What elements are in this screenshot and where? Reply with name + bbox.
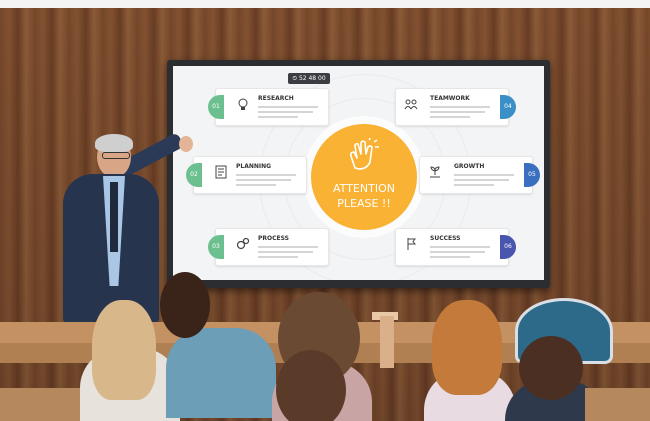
card-title: SUCCESS xyxy=(430,235,461,242)
plant-hand-icon xyxy=(430,166,440,178)
card-number: 01 xyxy=(208,95,224,119)
top-strip xyxy=(0,0,650,8)
student-front xyxy=(262,350,362,421)
card-title: RESEARCH xyxy=(258,95,294,102)
card-title: PLANNING xyxy=(236,163,272,170)
student-head xyxy=(276,350,346,421)
card-teamwork: 04 TEAMWORK xyxy=(395,88,516,126)
card-title: GROWTH xyxy=(454,163,485,170)
classroom-photo: ⏲ 52 48 00 ATTENTION PLEASE !! 01 RESEAR… xyxy=(0,0,650,421)
text-line xyxy=(430,251,485,253)
team-icon xyxy=(404,99,418,110)
student-dark-hair xyxy=(148,272,276,421)
teacher-glasses xyxy=(102,152,130,159)
text-line xyxy=(454,184,494,186)
text-line xyxy=(258,251,313,253)
card-growth: 05 GROWTH xyxy=(419,156,540,194)
student-hair xyxy=(432,300,502,395)
display-screen: ⏲ 52 48 00 ATTENTION PLEASE !! 01 RESEAR… xyxy=(173,66,544,280)
interactive-display: ⏲ 52 48 00 ATTENTION PLEASE !! 01 RESEAR… xyxy=(167,60,550,288)
card-success: 06 SUCCESS xyxy=(395,228,516,266)
text-line xyxy=(236,184,276,186)
card-number: 03 xyxy=(208,235,224,259)
text-line xyxy=(430,111,485,113)
text-line xyxy=(258,106,318,108)
card-title: PROCESS xyxy=(258,235,289,242)
gears-icon xyxy=(236,237,250,250)
text-line xyxy=(236,179,291,181)
text-line xyxy=(430,256,470,258)
text-line xyxy=(236,174,296,176)
timer-badge: ⏲ 52 48 00 xyxy=(288,73,330,84)
card-number: 06 xyxy=(500,235,516,259)
student-body xyxy=(166,328,276,418)
text-line xyxy=(430,106,490,108)
attention-line1: ATTENTION xyxy=(333,182,395,195)
attention-circle: ATTENTION PLEASE !! xyxy=(311,124,417,230)
card-planning: 02 PLANNING xyxy=(186,156,307,194)
card-title: TEAMWORK xyxy=(430,95,470,102)
student-head xyxy=(519,336,583,400)
timer-text: 52 48 00 xyxy=(298,75,326,82)
clapping-hands-icon xyxy=(350,138,379,170)
teacher-hand xyxy=(179,136,193,152)
flag-icon xyxy=(407,238,417,250)
front-desk xyxy=(0,388,80,421)
text-line xyxy=(258,116,298,118)
attention-line2: PLEASE !! xyxy=(337,197,391,210)
student-hair xyxy=(160,272,210,338)
text-line xyxy=(258,111,313,113)
card-number: 04 xyxy=(500,95,516,119)
teacher-hair xyxy=(95,134,133,152)
lightbulb-icon xyxy=(238,98,248,110)
card-process: 03 PROCESS xyxy=(208,228,329,266)
text-line xyxy=(258,246,318,248)
student-hair xyxy=(92,300,156,400)
document-icon xyxy=(215,165,227,179)
text-line xyxy=(430,246,490,248)
card-research: 01 RESEARCH xyxy=(208,88,329,126)
clock-icon: ⏲ xyxy=(292,75,298,82)
lectern xyxy=(380,316,394,368)
student-redhead xyxy=(418,300,518,421)
text-line xyxy=(258,256,298,258)
text-line xyxy=(454,174,514,176)
front-desk xyxy=(585,388,650,421)
card-number: 05 xyxy=(524,163,540,187)
text-line xyxy=(430,116,470,118)
teacher-tie xyxy=(110,182,118,252)
text-line xyxy=(454,179,509,181)
